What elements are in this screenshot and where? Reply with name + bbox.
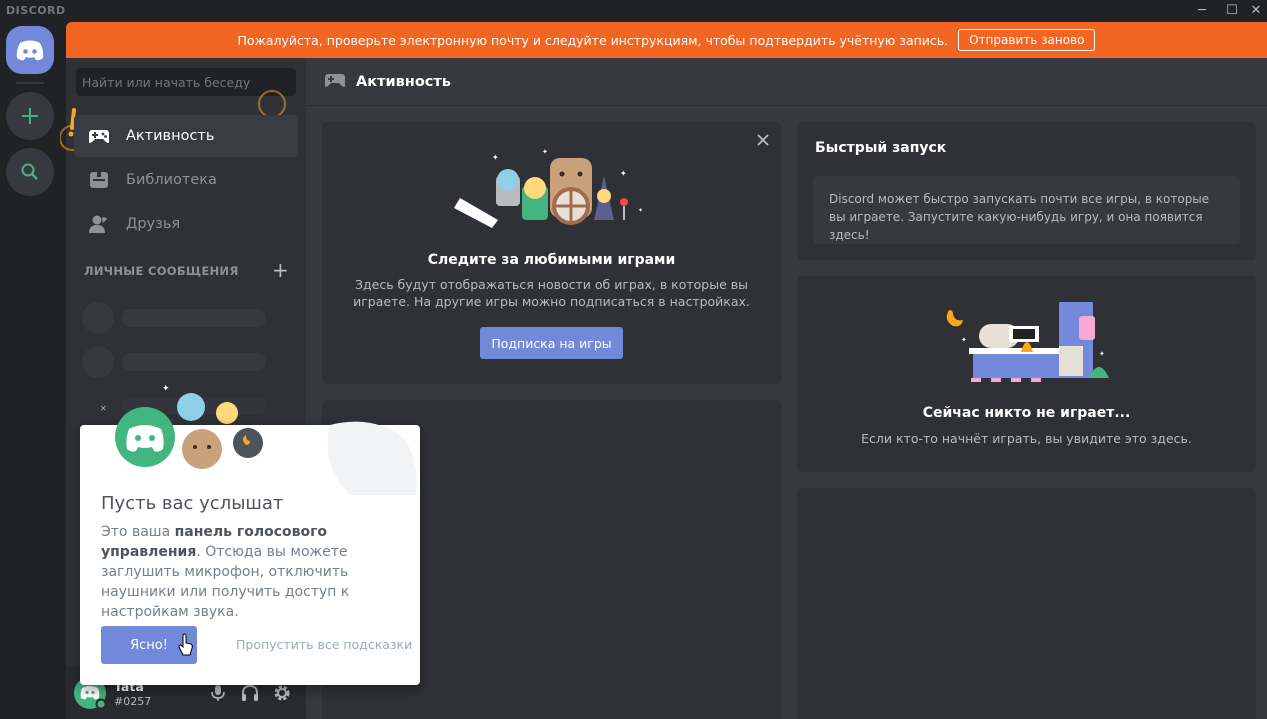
nav-item-label: Библиотека (126, 172, 217, 188)
discord-logo-icon (16, 40, 44, 61)
close-window-icon[interactable]: ✕ (1240, 2, 1267, 20)
server-rail (0, 22, 62, 719)
follow-card-desc-line1: Здесь будут отображаться новости об игра… (355, 277, 748, 292)
dm-placeholder-bar (122, 353, 266, 371)
tip-body: Это ваша панель голосового управления. О… (101, 522, 401, 622)
right-placeholder-card (797, 488, 1256, 719)
dm-placeholder-bar (122, 309, 266, 327)
games-illustration: ✦ ✦ ✦ ✦ (454, 148, 643, 228)
search-icon (21, 163, 38, 180)
brand-wordmark: DISCORD (6, 4, 66, 17)
add-server-button[interactable] (6, 92, 54, 140)
svg-text:✦: ✦ (162, 384, 170, 394)
nav-item-friends[interactable]: Друзья (74, 203, 298, 245)
skip-all-tips-link[interactable]: Пропустить все подсказки (236, 637, 412, 652)
explore-servers-button[interactable] (6, 148, 54, 196)
svg-text:✦: ✦ (638, 207, 643, 214)
gamepad-icon (88, 125, 110, 147)
gear-icon[interactable] (272, 683, 292, 703)
verify-email-banner: Пожалуйста, проверьте электронную почту … (66, 22, 1267, 58)
subscribe-games-button[interactable]: Подписка на игры (480, 327, 623, 359)
minimize-icon[interactable]: ─ (1186, 2, 1218, 20)
gamepad-icon (324, 72, 346, 92)
now-playing-card: ✦ ✦ Сейчас никто не играет... Если кто-то… (797, 276, 1256, 472)
quick-launch-title: Быстрый запуск (815, 140, 947, 156)
discord-app: DISCORD ─ ☐ ✕ Пожалуйста, проверьте элек… (0, 0, 1267, 719)
nav-item-activity[interactable]: Активность (74, 115, 298, 157)
library-icon (88, 169, 110, 191)
quick-launch-card: Быстрый запуск Discord может быстро запу… (797, 122, 1256, 260)
home-button[interactable] (6, 26, 54, 74)
resend-button[interactable]: Отправить заново (958, 29, 1096, 51)
create-dm-icon[interactable]: + (272, 258, 289, 282)
follow-card-title: Следите за любимыми играми (427, 252, 676, 268)
page-title: Активность (356, 73, 451, 90)
svg-text:✦: ✦ (620, 169, 627, 178)
hand-cursor-icon (178, 633, 193, 656)
follow-card-desc-line2: играете. На другие игры можно подписатьс… (353, 294, 750, 309)
title-bar: DISCORD ─ ☐ ✕ (0, 0, 1267, 22)
friends-icon (88, 213, 110, 235)
microphone-icon[interactable] (208, 683, 228, 703)
nav-item-library[interactable]: Библиотека (74, 159, 298, 201)
svg-text:✦: ✦ (542, 148, 548, 156)
now-playing-title: Сейчас никто не играет... (922, 405, 1131, 421)
quick-launch-desc: Discord может быстро запускать почти все… (813, 176, 1240, 244)
arcade-illustration: ✦✦ (946, 302, 1109, 382)
nav-item-label: Активность (126, 128, 215, 144)
banner-text: Пожалуйста, проверьте электронную почту … (237, 32, 949, 48)
now-playing-desc: Если кто-то начнёт играть, вы увидите эт… (861, 431, 1192, 446)
user-tag: #0257 (114, 695, 152, 708)
main-header: Активность (306, 58, 1267, 106)
svg-text:✦: ✦ (1099, 350, 1105, 358)
dm-placeholder-avatar (82, 346, 114, 378)
plus-icon (22, 108, 38, 124)
svg-text:✦: ✦ (492, 153, 499, 162)
headphones-icon[interactable] (240, 683, 260, 703)
tip-title: Пусть вас услышат (101, 493, 284, 514)
voice-panel-tip: Пусть вас услышат Это ваша панель голосо… (80, 407, 420, 685)
dm-placeholder-avatar (82, 302, 114, 334)
close-icon[interactable] (756, 133, 770, 147)
follow-games-card: ✦ ✦ ✦ ✦ Следите за любимыми играми Здесь б… (322, 122, 781, 384)
svg-text:✦: ✦ (961, 336, 967, 344)
rail-separator (16, 82, 44, 84)
tip-header-art (115, 407, 417, 495)
tip-body-prefix: Это ваша (101, 524, 175, 540)
activity-main: Активность ✦ ✦ ✦ ✦ Следите за любимыми и… (306, 58, 1267, 719)
nav-item-label: Друзья (126, 216, 181, 232)
dm-header: ЛИЧНЫЕ СООБЩЕНИЯ (84, 264, 239, 278)
